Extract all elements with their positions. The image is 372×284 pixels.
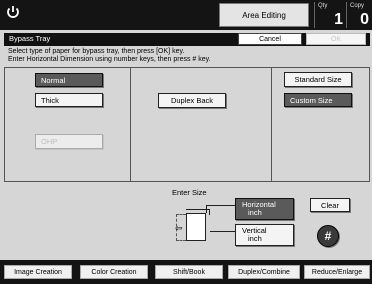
area-editing-button[interactable]: Area Editing: [219, 3, 309, 27]
ohp-paper-button[interactable]: OHP: [35, 134, 103, 149]
horizontal-size-button[interactable]: Horizontal inch: [235, 198, 294, 220]
cancel-button[interactable]: Cancel: [238, 33, 302, 45]
instruction-line-1: Select type of paper for bypass tray, th…: [8, 48, 185, 55]
horizontal-leader-line: [206, 205, 236, 206]
enter-size-label: Enter Size: [172, 188, 207, 197]
panel-divider: [271, 68, 272, 181]
quantity-label: Qty: [318, 3, 328, 9]
copy-value: 0: [360, 11, 369, 28]
normal-paper-button[interactable]: Normal: [35, 73, 103, 87]
quantity-counter: Qty 1: [314, 2, 346, 28]
hash-key-icon[interactable]: #: [317, 225, 339, 247]
copy-counter: Copy 0: [346, 2, 372, 28]
duplex-back-button[interactable]: Duplex Back: [158, 93, 226, 108]
instruction-line-2: Enter Horizontal Dimension using number …: [8, 56, 211, 63]
ok-button[interactable]: OK: [306, 33, 366, 45]
clear-button[interactable]: Clear: [310, 198, 350, 212]
panel-divider: [130, 68, 131, 181]
tab-duplex-combine[interactable]: Duplex/Combine: [228, 265, 300, 279]
feed-direction-arrow-icon: ⇦: [175, 223, 183, 233]
thick-paper-button[interactable]: Thick: [35, 93, 103, 107]
power-icon[interactable]: [5, 4, 21, 20]
vertical-leader-line: [210, 231, 236, 232]
custom-size-button[interactable]: Custom Size: [284, 93, 352, 107]
tab-image-creation[interactable]: Image Creation: [4, 265, 72, 279]
horizontal-unit: inch: [248, 208, 262, 217]
horizontal-leader-line: [206, 205, 207, 213]
quantity-value: 1: [334, 11, 343, 28]
vertical-unit: inch: [248, 234, 262, 243]
tab-color-creation[interactable]: Color Creation: [80, 265, 148, 279]
copy-label: Copy: [350, 3, 365, 9]
dialog-title: Bypass Tray: [9, 34, 51, 43]
tab-reduce-enlarge[interactable]: Reduce/Enlarge: [304, 265, 370, 279]
vertical-size-button[interactable]: Vertical inch: [235, 224, 294, 246]
paper-sheet-icon: [186, 213, 206, 241]
standard-size-button[interactable]: Standard Size: [284, 72, 352, 87]
tab-shift-book[interactable]: Shift/Book: [155, 265, 223, 279]
